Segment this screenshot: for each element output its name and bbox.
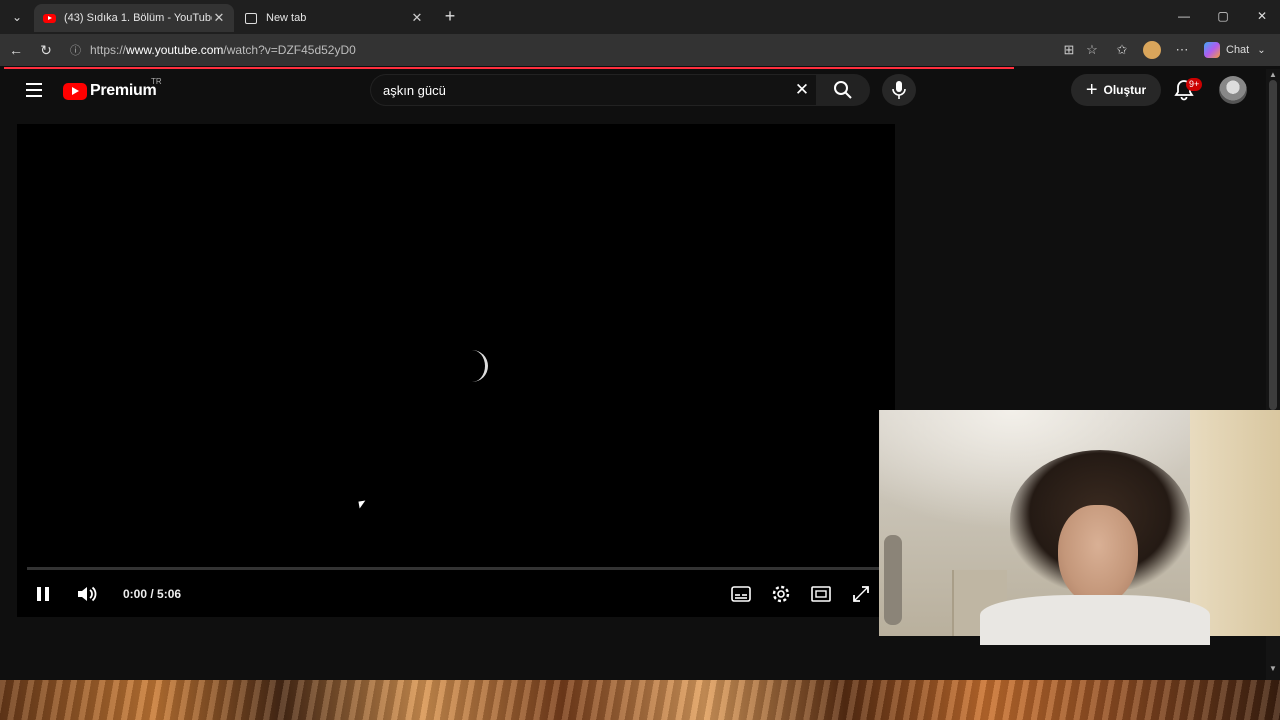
tab-title: New tab — [266, 12, 307, 24]
tab-youtube[interactable]: (43) Sıdıka 1. Bölüm - YouTube ✕ — [34, 4, 234, 32]
scroll-up-arrow-icon[interactable]: ▲ — [1266, 70, 1280, 80]
gear-icon — [772, 585, 790, 603]
menu-hamburger-icon[interactable] — [26, 83, 42, 97]
youtube-play-logo-icon — [63, 82, 87, 100]
copilot-icon — [1204, 42, 1220, 58]
tab-close-icon[interactable]: ✕ — [212, 10, 226, 26]
mouse-cursor — [358, 500, 367, 509]
minimize-button[interactable]: — — [1172, 6, 1196, 26]
favorites-list-icon[interactable]: ✩ — [1113, 41, 1131, 59]
theater-mode-icon — [811, 586, 831, 602]
pause-button[interactable] — [32, 583, 54, 605]
pause-icon — [37, 587, 41, 601]
new-tab-plus-icon[interactable]: + — [440, 6, 460, 26]
back-arrow-icon[interactable]: ← — [6, 40, 26, 60]
url-host: www.youtube.com — [126, 43, 224, 57]
url-prefix: https:// — [90, 43, 127, 57]
plus-icon: + — [1085, 79, 1098, 101]
app-available-icon[interactable]: ⊞ — [1060, 41, 1078, 59]
chevron-down-icon: ⌄ — [1257, 44, 1266, 56]
scrollbar-thumb[interactable] — [1269, 80, 1277, 410]
voice-search-button[interactable] — [882, 74, 916, 106]
tab-new-tab[interactable]: New tab ✕ — [236, 4, 432, 32]
search-button[interactable] — [816, 74, 870, 106]
more-options-icon[interactable]: ⋯ — [1173, 41, 1191, 59]
tab-close-icon[interactable]: ✕ — [410, 10, 424, 26]
subtitles-icon — [731, 586, 751, 602]
youtube-premium-logo[interactable]: Premium — [63, 81, 157, 101]
create-button[interactable]: + Oluştur — [1071, 74, 1161, 106]
youtube-favicon-icon — [42, 11, 56, 25]
webcam-person-shirt — [980, 595, 1210, 645]
url-path: /watch?v=DZF45d52yD0 — [223, 43, 356, 57]
search-input[interactable] — [383, 82, 783, 98]
site-info-icon[interactable]: ⓘ — [70, 42, 90, 58]
chat-label: Chat — [1226, 44, 1250, 56]
theater-mode-button[interactable] — [810, 583, 832, 605]
video-timecode: 0:00 / 5:06 — [123, 587, 181, 601]
maximize-button[interactable]: ▢ — [1211, 6, 1235, 26]
tab-actions-chevron-icon[interactable]: ⌄ — [6, 6, 28, 28]
logo-text: Premium — [90, 82, 157, 99]
account-avatar[interactable] — [1219, 76, 1247, 104]
microphone-icon — [892, 81, 906, 99]
desktop-wallpaper-strip — [0, 680, 1280, 720]
favorite-star-icon[interactable]: ☆ — [1083, 41, 1101, 59]
time-total: 5:06 — [157, 587, 182, 601]
video-seek-bar[interactable] — [27, 567, 879, 570]
webcam-background-object — [884, 535, 902, 625]
address-bar[interactable]: ⓘ https://www.youtube.com/watch?v=DZF45d… — [64, 38, 1054, 62]
reload-icon[interactable]: ↻ — [36, 40, 56, 60]
search-box[interactable] — [370, 74, 816, 106]
fullscreen-button[interactable] — [850, 583, 872, 605]
notification-count-badge: 9+ — [1186, 78, 1203, 91]
volume-icon — [78, 586, 97, 602]
search-icon — [834, 81, 852, 99]
webcam-wall — [1190, 410, 1280, 636]
fullscreen-icon — [853, 586, 869, 602]
tab-title: (43) Sıdıka 1. Bölüm - YouTube — [64, 12, 212, 24]
create-label: Oluştur — [1103, 83, 1147, 97]
volume-button[interactable] — [76, 583, 98, 605]
close-window-button[interactable]: ✕ — [1250, 6, 1274, 26]
time-separator: / — [147, 587, 158, 601]
scroll-down-arrow-icon[interactable]: ▼ — [1266, 664, 1280, 674]
subtitles-button[interactable] — [730, 583, 752, 605]
logo-region-code: TR — [151, 77, 162, 86]
video-player[interactable] — [17, 124, 895, 617]
new-tab-page-icon — [244, 11, 258, 25]
extension-icon[interactable] — [1143, 41, 1161, 59]
clear-search-icon[interactable]: ✕ — [792, 80, 812, 100]
copilot-chat-button[interactable]: Chat ⌄ — [1204, 41, 1266, 59]
webcam-person-face — [1058, 505, 1138, 605]
settings-button[interactable] — [770, 583, 792, 605]
time-current: 0:00 — [123, 587, 148, 601]
